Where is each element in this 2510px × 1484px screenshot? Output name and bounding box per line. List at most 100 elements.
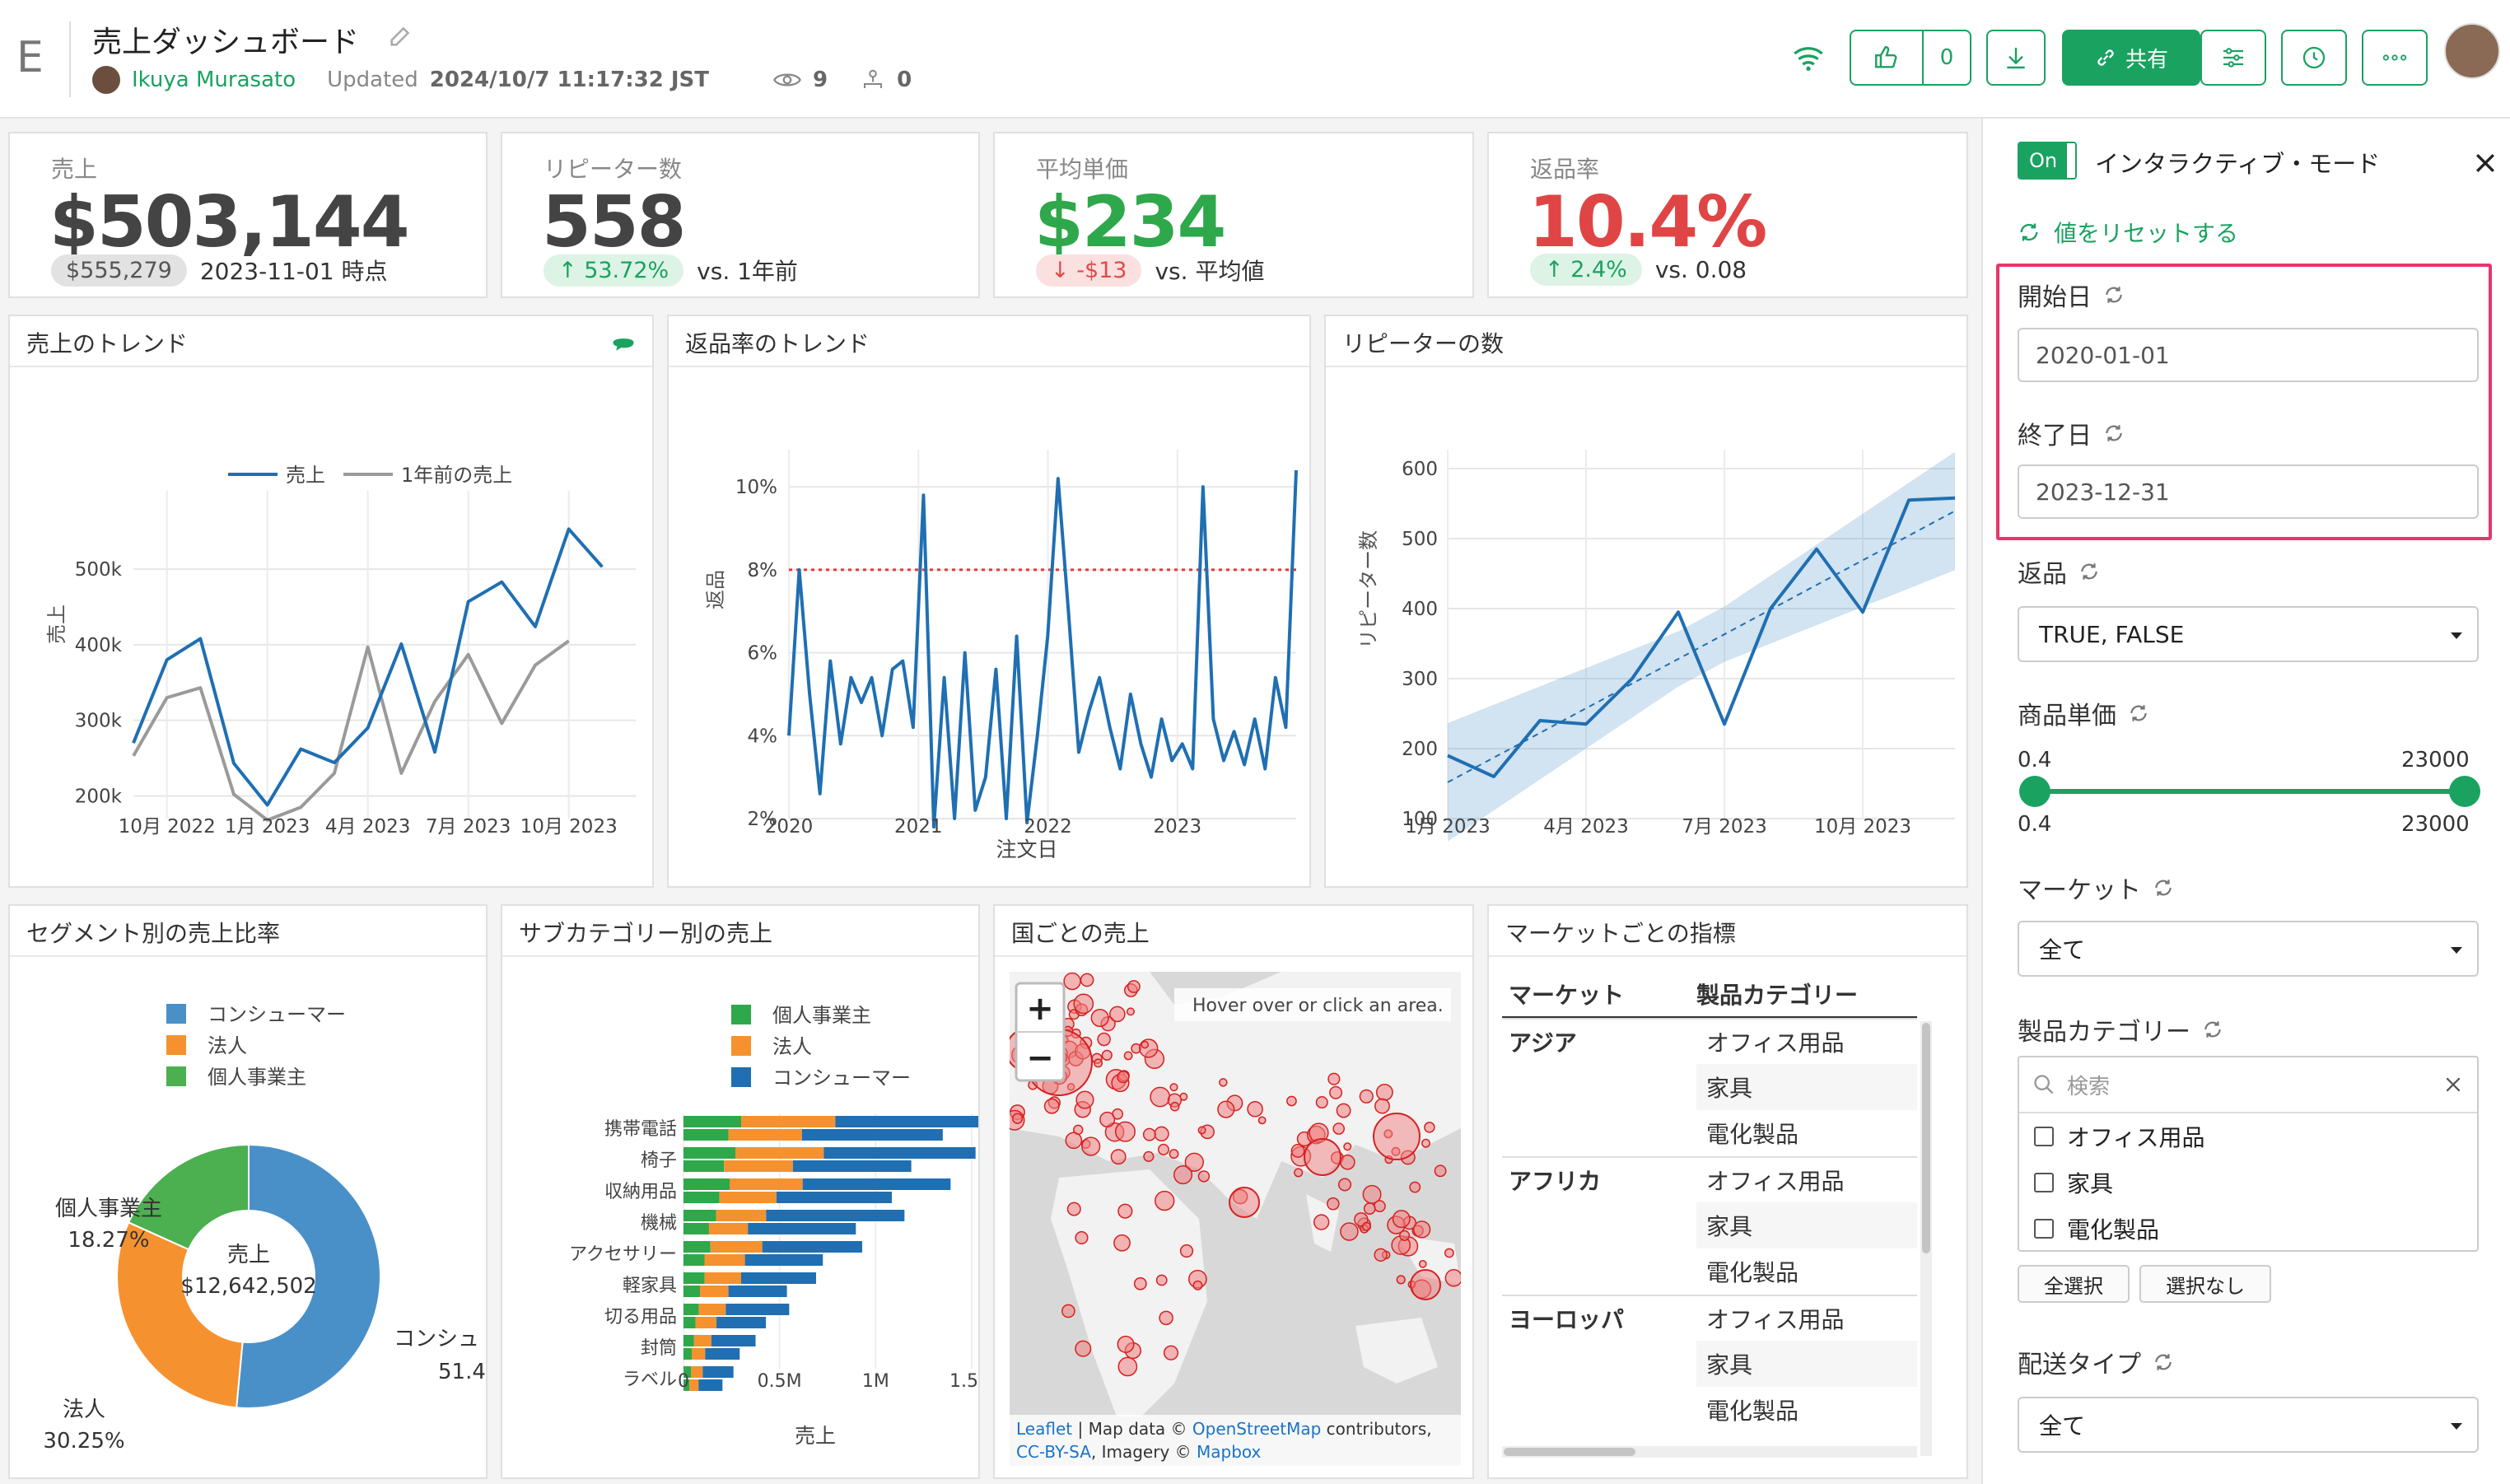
author-avatar[interactable]	[92, 66, 120, 94]
repeaters-chart[interactable]: リピーター数 600 500 400 300 200 100 1月 2023 4…	[1326, 367, 1968, 886]
start-date-input[interactable]: 2020-01-01	[2018, 328, 2479, 382]
category-cell: オフィス用品	[1706, 1168, 1845, 1195]
kpi-label: 売上	[51, 156, 98, 183]
zoom-in-button[interactable]: +	[1026, 990, 1054, 1028]
table-row[interactable]: アジア オフィス用品	[1502, 1018, 1917, 1064]
download-button[interactable]	[1986, 30, 2046, 86]
zoom-out-button[interactable]: −	[1026, 1039, 1054, 1077]
horizontal-scrollbar[interactable]	[1502, 1446, 1917, 1458]
vertical-scrollbar[interactable]	[1920, 1021, 1932, 1456]
end-date-input[interactable]: 2023-12-31	[2018, 464, 2479, 519]
country-bubble	[1073, 993, 1094, 1015]
segment-donut-chart[interactable]: コンシューマー 法人 個人事業主 売上 $12,642,502 個人事業主 18…	[10, 957, 486, 1477]
like-count[interactable]: 0	[1922, 30, 1971, 86]
axis-label-x: 売上	[795, 1424, 836, 1448]
checkbox-option[interactable]: 家具	[2019, 1160, 2477, 1206]
checkbox-option[interactable]: 電化製品	[2019, 1206, 2477, 1252]
osm-link[interactable]: OpenStreetMap	[1192, 1419, 1321, 1439]
price-slider-track[interactable]	[2032, 789, 2467, 794]
sales-trend-chart[interactable]: 売上 1年前の売上 売上 500k 400k 300k 200k 10月 202…	[10, 367, 652, 886]
scrollbar-thumb[interactable]	[1504, 1448, 1635, 1456]
bar-segment	[766, 1210, 905, 1221]
table-row[interactable]: 電化製品	[1502, 1248, 1917, 1295]
leaflet-link[interactable]: Leaflet	[1016, 1419, 1072, 1439]
refresh-icon[interactable]	[2202, 1019, 2223, 1040]
chevron-down-icon	[2451, 947, 2462, 954]
country-bubble	[1123, 1051, 1133, 1061]
subcategory-bar-chart[interactable]: 個人事業主 法人 コンシューマー 携帯電話椅子収納用品機械アクセサリー軽家具切る…	[502, 957, 978, 1477]
refresh-icon[interactable]	[2153, 1351, 2174, 1373]
checkbox[interactable]	[2034, 1127, 2054, 1146]
table-row[interactable]: 家具	[1502, 1202, 1917, 1248]
license-link[interactable]: CC-BY-SA	[1016, 1442, 1091, 1462]
refresh-icon[interactable]	[2078, 561, 2100, 582]
table-row[interactable]: 家具	[1502, 1064, 1917, 1110]
country-bubble	[1075, 1090, 1094, 1109]
checkbox[interactable]	[2034, 1219, 2054, 1239]
clear-icon[interactable]	[2444, 1076, 2462, 1094]
refresh-icon[interactable]	[2103, 422, 2125, 444]
table-row[interactable]: 電化製品	[1502, 1110, 1917, 1156]
table-row[interactable]: ヨーロッパ オフィス用品	[1502, 1295, 1917, 1341]
chevron-down-icon	[2451, 1423, 2462, 1430]
slider-handle-min[interactable]	[2019, 776, 2050, 807]
market-table[interactable]: マーケット 製品カテゴリー アジア オフィス用品 家具 電化製品 アフリカ オフィス用品家…	[1502, 972, 1917, 1433]
ship-type-select[interactable]: 全て	[2018, 1397, 2479, 1453]
history-button[interactable]	[2281, 30, 2347, 86]
returns-select[interactable]: TRUE, FALSE	[2018, 606, 2479, 662]
country-bubble	[1410, 1269, 1441, 1300]
reset-values-link[interactable]: 値をリセットする	[2018, 216, 2238, 249]
kpi-note: vs. 平均値	[1155, 258, 1265, 285]
scrollbar-thumb[interactable]	[1922, 1023, 1930, 1253]
category-label: 軽家具	[623, 1276, 677, 1296]
kpi-note: vs. 0.08	[1654, 256, 1747, 283]
mapbox-link[interactable]: Mapbox	[1197, 1442, 1262, 1462]
bar-segment	[683, 1160, 725, 1172]
column-header[interactable]: マーケット	[1502, 978, 1696, 1010]
close-icon[interactable]	[2474, 152, 2497, 175]
slider-max-value: 23000	[2401, 812, 2470, 837]
panel-title: リピーターの数	[1342, 330, 1505, 357]
edit-icon[interactable]	[387, 21, 415, 49]
sales-trend-panel: 売上のトレンド 売上 1年前の売上 売上 500k 400k 300k 200k…	[8, 315, 654, 888]
bar-segment	[823, 1147, 976, 1159]
bar-segment	[683, 1147, 735, 1159]
table-row[interactable]: 家具	[1502, 1341, 1917, 1387]
comment-icon[interactable]	[611, 333, 636, 354]
app-logo[interactable]: E	[16, 33, 44, 82]
select-all-button[interactable]: 全選択	[2018, 1265, 2130, 1303]
country-bubble	[1340, 1154, 1355, 1170]
share-button[interactable]: 共有	[2062, 30, 2200, 86]
interactive-mode-toggle[interactable]: On	[2018, 142, 2077, 180]
table-row[interactable]: 電化製品	[1502, 1387, 1917, 1433]
chart-legend: 売上 1年前の売上	[228, 464, 512, 487]
select-none-button[interactable]: 選択なし	[2139, 1265, 2271, 1303]
user-avatar[interactable]	[2444, 23, 2500, 79]
country-bubble	[1197, 1126, 1206, 1135]
filter-settings-button[interactable]	[2200, 30, 2266, 86]
kpi-avg-price-card: 平均単価 $234 ↓ -$13 vs. 平均値	[993, 132, 1474, 298]
y-tick: 300	[1402, 669, 1438, 690]
map-attribution-2: CC-BY-SA, Imagery © Mapbox	[1016, 1442, 1262, 1462]
country-bubble	[1396, 1275, 1406, 1285]
slider-handle-max[interactable]	[2449, 776, 2480, 807]
checkbox[interactable]	[2034, 1173, 2054, 1192]
donut-center-label: 売上	[227, 1243, 270, 1267]
like-button[interactable]	[1850, 30, 1924, 86]
category-cell: 家具	[1696, 1202, 1917, 1248]
returns-trend-chart[interactable]: 返品 注文日 10% 8% 6% 4% 2% 2020 2021 2022 20…	[669, 367, 1311, 886]
refresh-icon[interactable]	[2128, 702, 2149, 724]
market-select[interactable]: 全て	[2018, 921, 2479, 977]
table-row[interactable]: アフリカ オフィス用品	[1502, 1156, 1917, 1202]
author-name[interactable]: Ikuya Murasato	[132, 68, 296, 92]
wifi-icon[interactable]	[1792, 43, 1825, 72]
world-map[interactable]: + − Hover over or click an area. Leaflet…	[1010, 972, 1461, 1466]
column-header[interactable]: 製品カテゴリー	[1696, 978, 1910, 1010]
bar-segment	[683, 1192, 720, 1203]
category-search[interactable]: 検索	[2019, 1057, 2477, 1113]
bar-segment	[710, 1241, 763, 1253]
checkbox-option[interactable]: オフィス用品	[2019, 1113, 2477, 1160]
refresh-icon[interactable]	[2153, 877, 2174, 898]
refresh-icon[interactable]	[2103, 284, 2125, 306]
more-button[interactable]	[2362, 30, 2428, 86]
